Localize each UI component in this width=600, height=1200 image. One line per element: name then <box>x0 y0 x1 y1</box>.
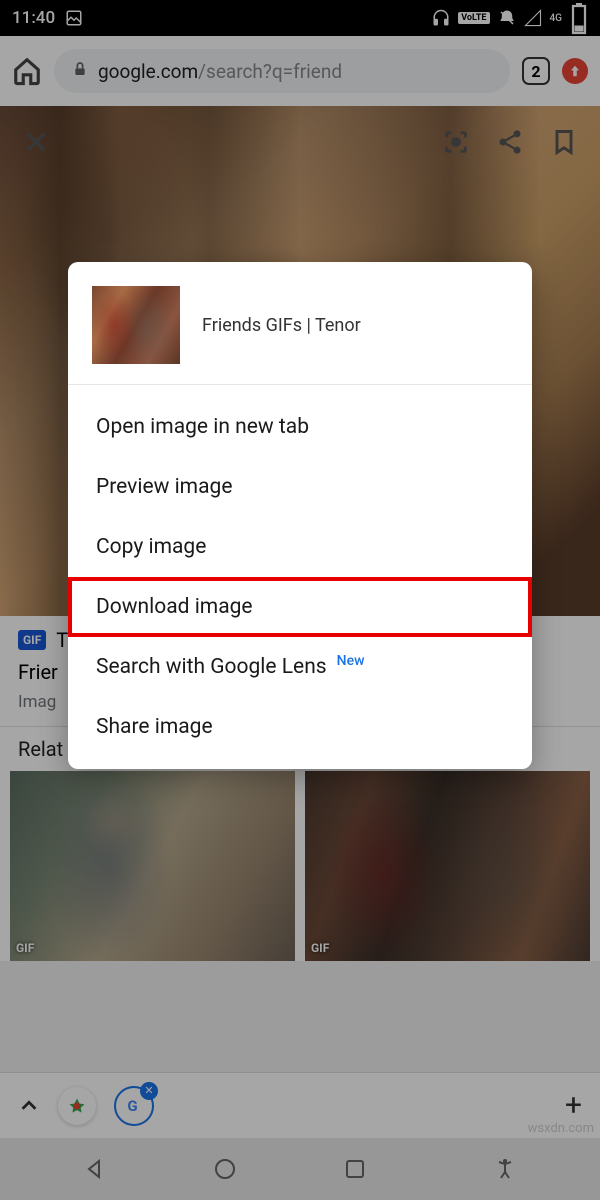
menu-open-new-tab[interactable]: Open image in new tab <box>68 397 532 457</box>
image-context-menu: Friends GIFs | Tenor Open image in new t… <box>68 262 532 769</box>
watermark: wsxdn.com <box>528 1121 594 1136</box>
menu-title: Friends GIFs | Tenor <box>202 315 361 336</box>
menu-share-image[interactable]: Share image <box>68 697 532 757</box>
menu-download-image[interactable]: Download image <box>68 577 532 637</box>
menu-thumbnail <box>92 286 180 364</box>
menu-search-lens[interactable]: Search with Google Lens New <box>68 637 532 697</box>
menu-header: Friends GIFs | Tenor <box>68 262 532 385</box>
menu-preview-image[interactable]: Preview image <box>68 457 532 517</box>
new-badge: New <box>337 653 365 669</box>
menu-copy-image[interactable]: Copy image <box>68 517 532 577</box>
